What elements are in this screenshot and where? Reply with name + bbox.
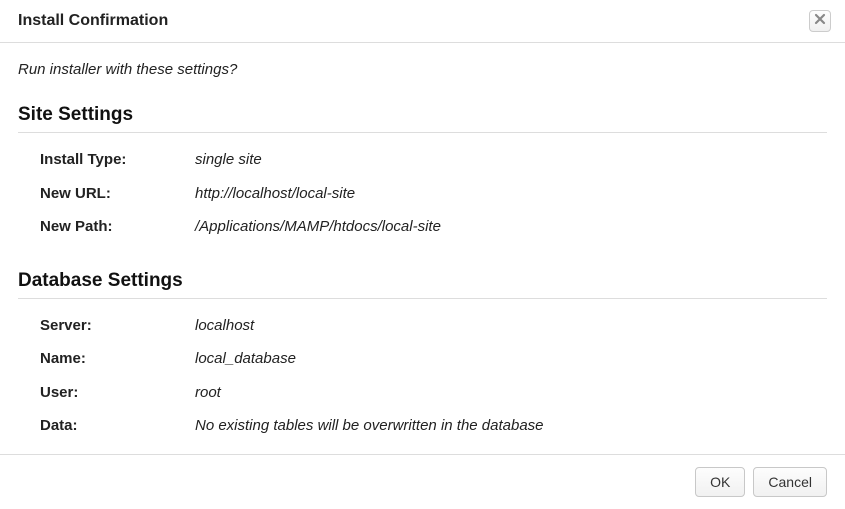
db-data-label: Data:	[40, 413, 195, 439]
new-url-value: http://localhost/local-site	[195, 181, 355, 207]
database-settings-section: Database Settings Server: localhost Name…	[18, 270, 827, 443]
dialog-title: Install Confirmation	[18, 12, 168, 30]
db-data-value: No existing tables will be overwritten i…	[195, 413, 544, 439]
db-user-row: User: root	[18, 376, 827, 410]
db-data-row: Data: No existing tables will be overwri…	[18, 409, 827, 443]
dialog-content: Run installer with these settings? Site …	[0, 43, 845, 454]
dialog-footer: OK Cancel	[0, 454, 845, 509]
db-user-value: root	[195, 380, 221, 406]
install-type-label: Install Type:	[40, 147, 195, 173]
db-user-label: User:	[40, 380, 195, 406]
new-url-label: New URL:	[40, 181, 195, 207]
database-settings-heading: Database Settings	[18, 270, 827, 299]
db-server-label: Server:	[40, 313, 195, 339]
db-server-row: Server: localhost	[18, 309, 827, 343]
new-path-label: New Path:	[40, 214, 195, 240]
install-confirmation-dialog: Install Confirmation Run installer with …	[0, 0, 845, 509]
install-type-value: single site	[195, 147, 262, 173]
db-server-value: localhost	[195, 313, 254, 339]
ok-button[interactable]: OK	[695, 467, 745, 497]
new-path-row: New Path: /Applications/MAMP/htdocs/loca…	[18, 210, 827, 244]
install-type-row: Install Type: single site	[18, 143, 827, 177]
close-icon	[814, 12, 826, 30]
db-name-row: Name: local_database	[18, 342, 827, 376]
new-path-value: /Applications/MAMP/htdocs/local-site	[195, 214, 441, 240]
db-name-value: local_database	[195, 346, 296, 372]
db-name-label: Name:	[40, 346, 195, 372]
dialog-titlebar: Install Confirmation	[0, 0, 845, 43]
site-settings-section: Site Settings Install Type: single site …	[18, 104, 827, 244]
cancel-button[interactable]: Cancel	[753, 467, 827, 497]
close-button[interactable]	[809, 10, 831, 32]
site-settings-heading: Site Settings	[18, 104, 827, 133]
new-url-row: New URL: http://localhost/local-site	[18, 177, 827, 211]
confirmation-prompt: Run installer with these settings?	[18, 61, 827, 78]
